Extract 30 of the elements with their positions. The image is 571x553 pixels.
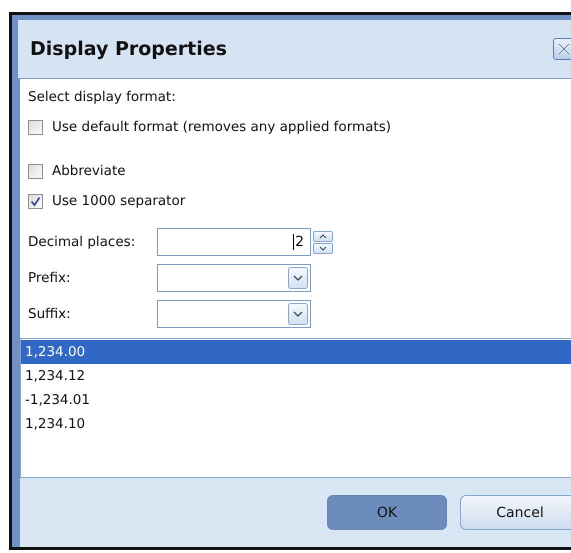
list-item[interactable]: 1,234.00 (21, 340, 571, 364)
field-label: Suffix: (28, 306, 72, 322)
number-field[interactable]: 2 (157, 228, 311, 256)
caret-up-icon (319, 234, 327, 238)
list-item[interactable]: 1,234.12 (21, 364, 571, 388)
dropdown-button[interactable] (288, 303, 308, 325)
dropdown-field[interactable] (157, 264, 311, 292)
close-icon (557, 42, 571, 56)
dropdown-button[interactable] (288, 267, 308, 289)
spin-up-button[interactable] (313, 230, 333, 242)
dropdown-field[interactable] (157, 300, 311, 328)
ok-button[interactable]: OK (327, 495, 447, 530)
checkbox[interactable] (28, 194, 43, 208)
section-label: Select display format: (28, 89, 177, 105)
caret-down-icon (319, 246, 327, 250)
field-label: Decimal places: (28, 234, 136, 250)
caret-down-icon (293, 275, 303, 281)
field-label: Prefix: (28, 270, 72, 286)
checkbox-label: Use 1000 separator (52, 193, 186, 209)
caret-down-icon (293, 311, 303, 317)
list-item[interactable]: -1,234.01 (21, 388, 571, 412)
checkbox-label: Use default format (removes any applied formats) (52, 119, 392, 135)
close-button[interactable] (553, 38, 571, 60)
cancel-button[interactable]: Cancel (460, 495, 571, 530)
spin-down-button[interactable] (313, 242, 333, 254)
checkbox-label: Abbreviate (52, 163, 126, 179)
window-title: Display Properties (30, 38, 227, 60)
checkbox[interactable] (28, 164, 43, 178)
checkbox[interactable] (28, 120, 43, 134)
list-item[interactable]: 1,234.10 (21, 412, 571, 436)
